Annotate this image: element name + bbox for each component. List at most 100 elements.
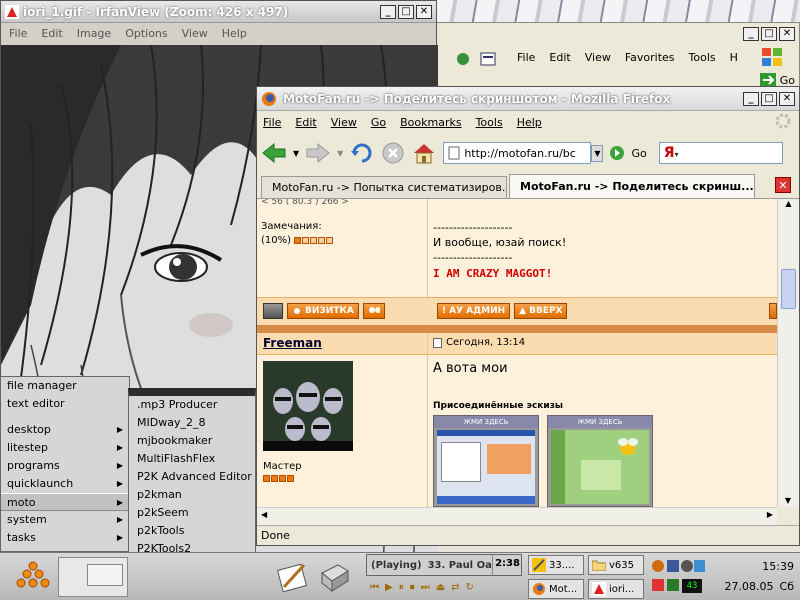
ie-go-arrow-icon[interactable]	[759, 73, 776, 87]
ff-minimize-button[interactable]: _	[743, 91, 759, 106]
ff-close-button[interactable]: ✕	[779, 91, 795, 106]
file-cabinet-quicklaunch-icon[interactable]	[318, 559, 352, 593]
user-avatar[interactable]	[263, 361, 353, 451]
url-bar[interactable]: http://motofan.ru/bc	[443, 142, 592, 164]
moto-item-mp3-producer[interactable]: .mp3 Producer	[129, 396, 255, 414]
menu-item-file-manager[interactable]: file manager	[1, 377, 129, 395]
ff-menu-view[interactable]: View	[331, 116, 357, 129]
scroll-up-arrow-icon[interactable]: ▲	[778, 199, 799, 213]
ie-menu-file[interactable]: File	[517, 51, 535, 64]
page-content[interactable]: < 56 ( 80.3 ) 266 > Замечания: (10%) ---…	[257, 199, 777, 507]
home-icon[interactable]	[411, 141, 437, 165]
scroll-down-arrow-icon[interactable]: ▼	[778, 496, 798, 505]
ff-menu-file[interactable]: File	[263, 116, 281, 129]
moto-item-mjbookmaker[interactable]: mjbookmaker	[129, 432, 255, 450]
forward-arrow-icon[interactable]	[305, 141, 331, 165]
pause-icon[interactable]: ⏸	[399, 582, 404, 593]
prev-track-icon[interactable]: ⏮	[370, 582, 379, 593]
go-button[interactable]: Go	[631, 147, 646, 160]
attachment-thumbnail-1[interactable]: ЖМИ ЗДЕСЬ	[433, 415, 539, 507]
stop-playback-icon[interactable]: ⏹	[410, 582, 415, 593]
play-icon[interactable]: ▶	[385, 582, 393, 593]
irfan-menu-help[interactable]: Help	[222, 27, 247, 40]
desktop-pager[interactable]	[58, 557, 128, 597]
url-dropdown-icon[interactable]: ▼	[591, 144, 604, 162]
irfan-menu-options[interactable]: Options	[125, 27, 167, 40]
clock[interactable]: 15:39 27.08.05 Сб	[706, 557, 798, 597]
menu-item-text-editor[interactable]: text editor	[1, 395, 129, 413]
moto-item-p2ktools[interactable]: p2kTools	[129, 522, 255, 540]
eject-icon[interactable]: ⏏	[436, 582, 445, 593]
text-editor-quicklaunch-icon[interactable]	[276, 559, 310, 593]
ff-maximize-button[interactable]: □	[761, 91, 777, 106]
menu-item-litestep[interactable]: litestep ▶	[1, 439, 129, 457]
task-button-iori[interactable]: iori...	[588, 579, 644, 599]
firefox-window[interactable]: MotoFan.ru -> Поделитесь скриншотом - Mo…	[256, 86, 800, 546]
stop-icon[interactable]	[381, 141, 405, 165]
scroll-up-button[interactable]: ▲ ВВЕРХ	[514, 303, 568, 319]
ff-menu-tools[interactable]: Tools	[476, 116, 503, 129]
irfan-menu-image[interactable]: Image	[77, 27, 111, 40]
moto-item-midway[interactable]: MIDway_2_8	[129, 414, 255, 432]
task-button-33[interactable]: 33....	[528, 555, 584, 575]
irfan-menu-file[interactable]: File	[9, 27, 27, 40]
menu-item-desktop[interactable]: desktop ▶	[1, 421, 129, 439]
scrollbar-thumb[interactable]	[781, 269, 796, 309]
irfan-minimize-button[interactable]: _	[380, 4, 396, 19]
go-arrow-icon[interactable]	[609, 145, 625, 161]
scroll-right-arrow-icon[interactable]: ▶	[767, 510, 773, 519]
litestep-start-icon[interactable]	[16, 561, 50, 593]
ie-menu-favorites[interactable]: Favorites	[625, 51, 675, 64]
menu-item-system[interactable]: system ▶	[1, 511, 129, 529]
profile-image-button[interactable]	[263, 303, 283, 319]
ie-window[interactable]: _ □ ✕ File Edit View Favorites Tools H G…	[436, 22, 800, 92]
irfan-menu-edit[interactable]: Edit	[41, 27, 62, 40]
users-icon-button[interactable]	[362, 303, 385, 319]
tab-podelites-skrinshotom[interactable]: MotoFan.ru -> Поделитесь скринш...	[509, 174, 755, 198]
tab-sistematizirovat[interactable]: MotoFan.ru -> Попытка систематизиров...	[261, 176, 507, 198]
ff-menu-edit[interactable]: Edit	[295, 116, 316, 129]
ff-menu-help[interactable]: Help	[517, 116, 542, 129]
horizontal-scrollbar[interactable]: ◀ ▶	[257, 507, 777, 525]
irfan-menu-view[interactable]: View	[182, 27, 208, 40]
attachment-thumbnail-2[interactable]: ЖМИ ЗДЕСЬ	[547, 415, 653, 507]
moto-item-p2kseem[interactable]: p2kSeem	[129, 504, 255, 522]
ff-menu-go[interactable]: Go	[371, 116, 386, 129]
yandex-search-box[interactable]: Я▾	[658, 142, 783, 164]
moto-item-p2k-advanced-editor[interactable]: P2K Advanced Editor	[129, 468, 255, 486]
reload-icon[interactable]	[349, 141, 375, 165]
close-tab-button[interactable]: ✕	[775, 177, 791, 193]
next-track-icon[interactable]: ⏭	[421, 582, 430, 593]
shuffle-icon[interactable]: ⇄	[451, 582, 459, 593]
ie-go-label[interactable]: Go	[780, 74, 795, 87]
ff-menu-bookmarks[interactable]: Bookmarks	[400, 116, 461, 129]
irfan-maximize-button[interactable]: □	[398, 4, 414, 19]
repeat-icon[interactable]: ↻	[466, 582, 474, 593]
ie-maximize-button[interactable]: □	[761, 27, 777, 41]
vertical-scrollbar[interactable]: ▲ ▼	[777, 199, 799, 507]
ie-minimize-button[interactable]: _	[743, 27, 759, 41]
moto-item-p2kman[interactable]: p2kman	[129, 486, 255, 504]
irfan-close-button[interactable]: ✕	[416, 4, 432, 19]
business-card-button[interactable]: ВИЗИТКА	[287, 303, 359, 319]
ie-menu-help[interactable]: H	[730, 51, 738, 64]
menu-item-programs[interactable]: programs ▶	[1, 457, 129, 475]
ie-close-button[interactable]: ✕	[779, 27, 795, 41]
ie-menu-tools[interactable]: Tools	[689, 51, 716, 64]
litestep-popup-menu[interactable]: file manager text editor desktop ▶ litest…	[0, 376, 130, 552]
forward-dropdown-icon[interactable]: ▼	[337, 149, 343, 158]
moto-item-multiflashflex[interactable]: MultiFlashFlex	[129, 450, 255, 468]
task-button-v635[interactable]: v635	[588, 555, 644, 575]
remarks-percent[interactable]: (10%)	[261, 235, 291, 246]
ie-menu-view[interactable]: View	[585, 51, 611, 64]
back-dropdown-icon[interactable]: ▼	[293, 149, 299, 158]
back-arrow-icon[interactable]	[261, 141, 287, 165]
call-admin-button[interactable]: ! АУ АДМИН	[437, 303, 511, 319]
right-edge-button[interactable]	[769, 303, 777, 319]
menu-item-quicklaunch[interactable]: quicklaunch ▶	[1, 475, 129, 493]
ie-menu-edit[interactable]: Edit	[549, 51, 570, 64]
post-author-link[interactable]: Freeman	[263, 336, 322, 350]
menu-item-tasks[interactable]: tasks ▶	[1, 529, 129, 547]
task-button-motofan[interactable]: Mot...	[528, 579, 584, 599]
scroll-left-arrow-icon[interactable]: ◀	[261, 510, 267, 519]
